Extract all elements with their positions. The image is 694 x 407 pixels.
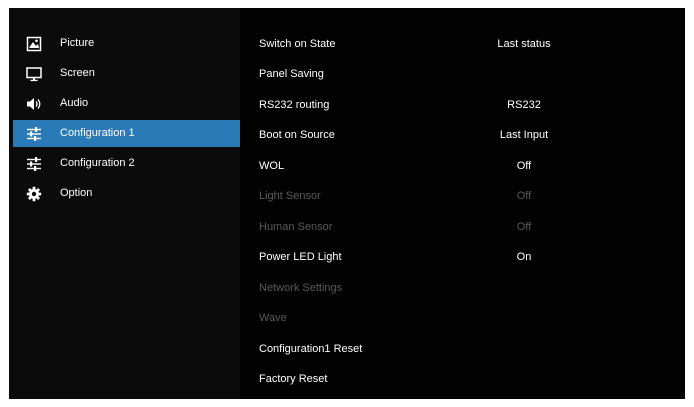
setting-label: Panel Saving [259, 68, 324, 80]
setting-factory-reset[interactable]: Factory Reset [240, 367, 685, 393]
category-sidebar: Picture Screen Audio Configuration 1 Con… [9, 8, 240, 399]
setting-power-led-light[interactable]: Power LED Light On [240, 245, 685, 271]
setting-label: Network Settings [259, 282, 343, 294]
setting-switch-on-state[interactable]: Switch on State Last status [240, 32, 685, 58]
setting-value: Last Input [499, 129, 549, 141]
sidebar-item-label: Configuration 2 [60, 157, 135, 169]
sidebar-item-screen[interactable]: Screen [13, 60, 240, 87]
setting-label: Power LED Light [259, 251, 342, 263]
setting-value: Off [516, 160, 532, 172]
setting-label: Light Sensor [259, 190, 321, 202]
setting-network-settings: Network Settings [240, 276, 685, 302]
osd-menu: Picture Screen Audio Configuration 1 Con… [9, 8, 685, 399]
setting-wave: Wave [240, 306, 685, 332]
monitor-icon [26, 67, 42, 82]
sidebar-item-picture[interactable]: Picture [13, 30, 240, 57]
sidebar-item-label: Screen [60, 67, 95, 79]
setting-rs232-routing[interactable]: RS232 routing RS232 [240, 93, 685, 119]
gear-icon [26, 186, 42, 202]
setting-label: Factory Reset [259, 373, 328, 385]
setting-light-sensor: Light Sensor Off [240, 184, 685, 210]
setting-label: Boot on Source [259, 129, 335, 141]
setting-label: WOL [259, 160, 285, 172]
setting-label: Configuration1 Reset [259, 343, 363, 355]
sidebar-item-label: Picture [60, 37, 95, 49]
setting-human-sensor: Human Sensor Off [240, 215, 685, 241]
setting-value: Off [516, 221, 532, 233]
setting-label: RS232 routing [259, 99, 330, 111]
sliders-icon [27, 127, 41, 141]
picture-icon [26, 36, 42, 52]
setting-value: RS232 [507, 99, 541, 111]
sidebar-item-audio[interactable]: Audio [13, 90, 240, 117]
sidebar-item-option[interactable]: Option [13, 180, 240, 207]
sidebar-item-label: Option [60, 187, 93, 199]
setting-boot-on-source[interactable]: Boot on Source Last Input [240, 123, 685, 149]
setting-value: Last status [497, 38, 551, 50]
sliders-icon [27, 157, 41, 171]
sidebar-item-configuration-2[interactable]: Configuration 2 [13, 150, 240, 177]
setting-value: On [516, 251, 532, 263]
setting-wol[interactable]: WOL Off [240, 154, 685, 180]
setting-label: Switch on State [259, 38, 336, 50]
speaker-icon [27, 98, 41, 110]
sidebar-item-configuration-1[interactable]: Configuration 1 [13, 120, 240, 147]
setting-value: Off [516, 190, 532, 202]
setting-configuration1-reset[interactable]: Configuration1 Reset [240, 337, 685, 363]
setting-panel-saving[interactable]: Panel Saving [240, 62, 685, 88]
sidebar-item-label: Audio [60, 97, 89, 109]
sidebar-item-label: Configuration 1 [60, 127, 135, 139]
settings-list: Switch on State Last status Panel Saving… [240, 8, 685, 399]
setting-label: Human Sensor [259, 221, 333, 233]
setting-label: Wave [259, 312, 287, 324]
